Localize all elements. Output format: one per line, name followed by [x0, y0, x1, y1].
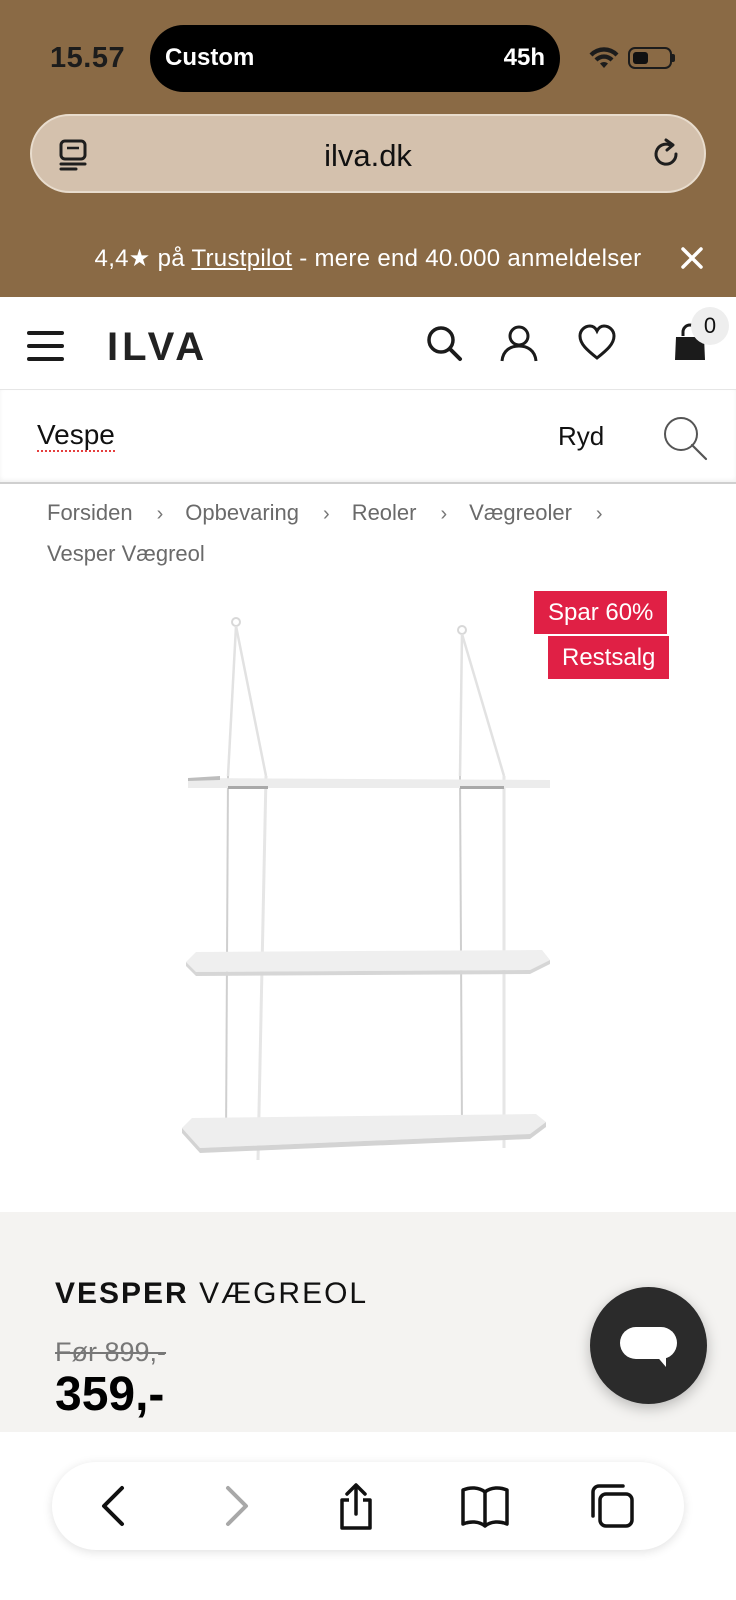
- browser-toolbar: [0, 1432, 736, 1600]
- breadcrumb-separator: ›: [595, 503, 603, 525]
- breadcrumb-current: Vesper Vægreol: [47, 541, 205, 566]
- chat-icon-tail: [654, 1353, 666, 1367]
- old-price: Før 899,-: [55, 1337, 167, 1367]
- chevron-left-icon[interactable]: [94, 1482, 134, 1530]
- product-title: VESPER VÆGREOL: [55, 1277, 368, 1311]
- cart-count-badge: 0: [691, 307, 729, 345]
- reload-icon[interactable]: [648, 136, 684, 172]
- product-name: VÆGREOL: [199, 1277, 369, 1310]
- address-bar[interactable]: ilva.dk: [30, 114, 706, 193]
- promo-banner: 4,4★ på Trustpilot - mere end 40.000 anm…: [0, 236, 736, 286]
- status-bar: 15.57 Custom 45h: [0, 0, 736, 110]
- heart-icon[interactable]: [577, 323, 617, 363]
- book-icon[interactable]: [460, 1482, 510, 1530]
- breadcrumb-separator: ›: [156, 503, 164, 525]
- clearance-badge: Restsalg: [548, 636, 670, 679]
- promo-text: 4,4★ på Trustpilot - mere end 40.000 anm…: [0, 244, 736, 273]
- tabs-switcher-icon[interactable]: [588, 1482, 636, 1530]
- promo-suffix: - mere end 40.000 anmeldelser: [292, 245, 642, 272]
- battery-icon: [628, 47, 672, 69]
- breadcrumb-item[interactable]: Opbevaring: [185, 493, 299, 533]
- toolbar-pill: [52, 1462, 684, 1550]
- battery-level: [633, 52, 648, 64]
- breadcrumb-item[interactable]: Forsiden: [47, 493, 133, 533]
- site-header: ILVA 0: [0, 297, 736, 390]
- share-icon[interactable]: [336, 1482, 376, 1532]
- hamburger-icon[interactable]: [27, 331, 64, 361]
- search-bar: Vespe Ryd: [0, 390, 736, 484]
- logo[interactable]: ILVA: [107, 325, 208, 370]
- breadcrumb-separator: ›: [440, 503, 448, 525]
- promo-prefix: 4,4★ på: [94, 245, 192, 272]
- product-brand: VESPER: [55, 1277, 189, 1310]
- search-icon[interactable]: [661, 414, 709, 462]
- chat-button[interactable]: [590, 1287, 707, 1404]
- clear-search-button[interactable]: Ryd: [558, 421, 604, 452]
- breadcrumb-item[interactable]: Reoler: [352, 493, 417, 533]
- trustpilot-link[interactable]: Trustpilot: [191, 245, 292, 272]
- status-time: 15.57: [50, 42, 126, 74]
- user-icon[interactable]: [499, 323, 539, 363]
- chevron-right-icon[interactable]: [216, 1482, 256, 1530]
- product-image[interactable]: [160, 600, 580, 1180]
- url-text[interactable]: ilva.dk: [32, 138, 704, 174]
- battery-cap: [672, 54, 675, 62]
- dynamic-island: Custom 45h: [150, 25, 560, 92]
- search-input[interactable]: Vespe: [37, 420, 115, 452]
- search-icon[interactable]: [424, 323, 464, 363]
- island-activity-label: Custom: [165, 44, 255, 71]
- close-icon[interactable]: [680, 246, 704, 270]
- chat-icon: [620, 1327, 677, 1359]
- discount-badge: Spar 60%: [534, 591, 668, 634]
- breadcrumb-separator: ›: [323, 503, 330, 525]
- breadcrumb-item[interactable]: Vægreoler: [469, 493, 572, 533]
- breadcrumb: Forsiden › Opbevaring › Reoler › Vægreoler › Ves…: [47, 493, 707, 574]
- island-activity-value: 45h: [503, 44, 545, 71]
- price: 359,-: [55, 1368, 165, 1421]
- wifi-icon: [589, 47, 619, 68]
